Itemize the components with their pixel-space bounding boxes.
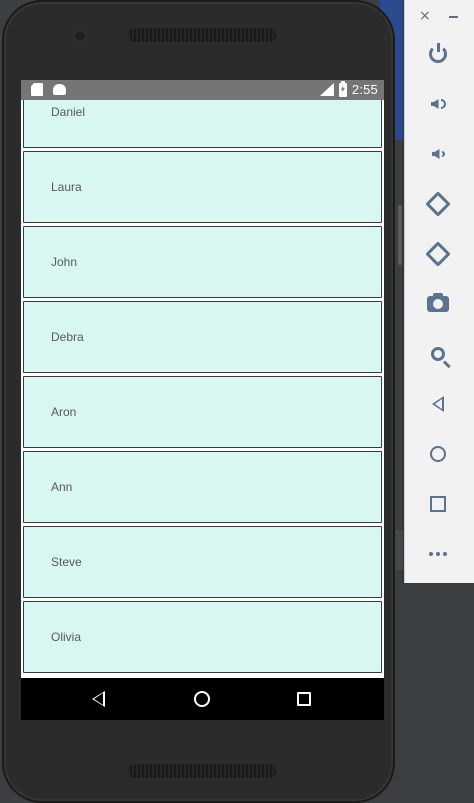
power-icon — [429, 43, 447, 63]
rotate-left-button[interactable] — [424, 190, 452, 218]
android-icon — [53, 84, 66, 95]
list-item[interactable]: Debra — [23, 301, 382, 373]
signal-icon: LTE — [316, 82, 334, 96]
list-item[interactable]: John — [23, 226, 382, 298]
list-item-name: Steve — [51, 555, 82, 569]
back-icon — [432, 396, 444, 412]
navigation-bar — [21, 678, 384, 720]
emulator-toolbar: × — [404, 0, 474, 583]
list-item-name: Ann — [51, 480, 73, 494]
bottom-speaker — [128, 764, 276, 778]
device-screen: LTE 2:55 Daniel Laura John Debra Aron An… — [21, 80, 384, 720]
minimize-icon[interactable] — [449, 16, 458, 18]
rotate-left-icon — [425, 191, 451, 217]
list-item-name: Laura — [51, 180, 82, 194]
network-label: LTE — [316, 82, 328, 88]
rotate-right-icon — [425, 241, 451, 267]
front-camera — [74, 30, 86, 42]
more-button[interactable] — [424, 540, 452, 568]
home-icon — [430, 446, 446, 462]
home-icon[interactable] — [194, 691, 210, 707]
screenshot-button[interactable] — [424, 290, 452, 318]
names-list[interactable]: Daniel Laura John Debra Aron Ann Steve O… — [21, 100, 384, 678]
list-item-name: Aron — [51, 405, 77, 419]
ide-scrollbar[interactable] — [398, 205, 402, 265]
volume-down-button[interactable] — [424, 140, 452, 168]
list-item[interactable]: Laura — [23, 151, 382, 223]
list-item-name: Daniel — [51, 105, 86, 119]
emulator-overview-button[interactable] — [424, 490, 452, 518]
list-item-name: Olivia — [51, 630, 82, 644]
list-item[interactable]: Ann — [23, 451, 382, 523]
zoom-icon — [431, 347, 445, 361]
phone-frame: LTE 2:55 Daniel Laura John Debra Aron An… — [2, 0, 395, 803]
rotate-right-button[interactable] — [424, 240, 452, 268]
more-icon — [429, 552, 447, 556]
list-item-name: John — [51, 255, 78, 269]
status-bar: LTE 2:55 — [21, 80, 384, 100]
list-item[interactable]: Steve — [23, 526, 382, 598]
volume-up-button[interactable] — [424, 90, 452, 118]
power-button[interactable] — [424, 40, 452, 68]
zoom-button[interactable] — [424, 340, 452, 368]
battery-charging-icon — [338, 80, 347, 97]
close-icon[interactable]: × — [419, 8, 431, 24]
top-speaker — [128, 28, 276, 42]
list-item-name: Debra — [51, 330, 84, 344]
list-item[interactable]: Olivia — [23, 601, 382, 673]
emulator-home-button[interactable] — [424, 440, 452, 468]
back-icon[interactable] — [92, 691, 105, 707]
screenshot-icon — [427, 293, 449, 312]
recents-icon[interactable] — [297, 692, 311, 706]
volume-up-icon — [430, 99, 446, 109]
volume-down-icon — [431, 149, 445, 159]
sd-card-icon — [31, 83, 43, 96]
list-item[interactable]: Daniel — [23, 100, 382, 148]
status-clock: 2:55 — [351, 82, 378, 97]
emulator-back-button[interactable] — [424, 390, 452, 418]
list-item[interactable]: Aron — [23, 376, 382, 448]
overview-icon — [430, 496, 446, 512]
